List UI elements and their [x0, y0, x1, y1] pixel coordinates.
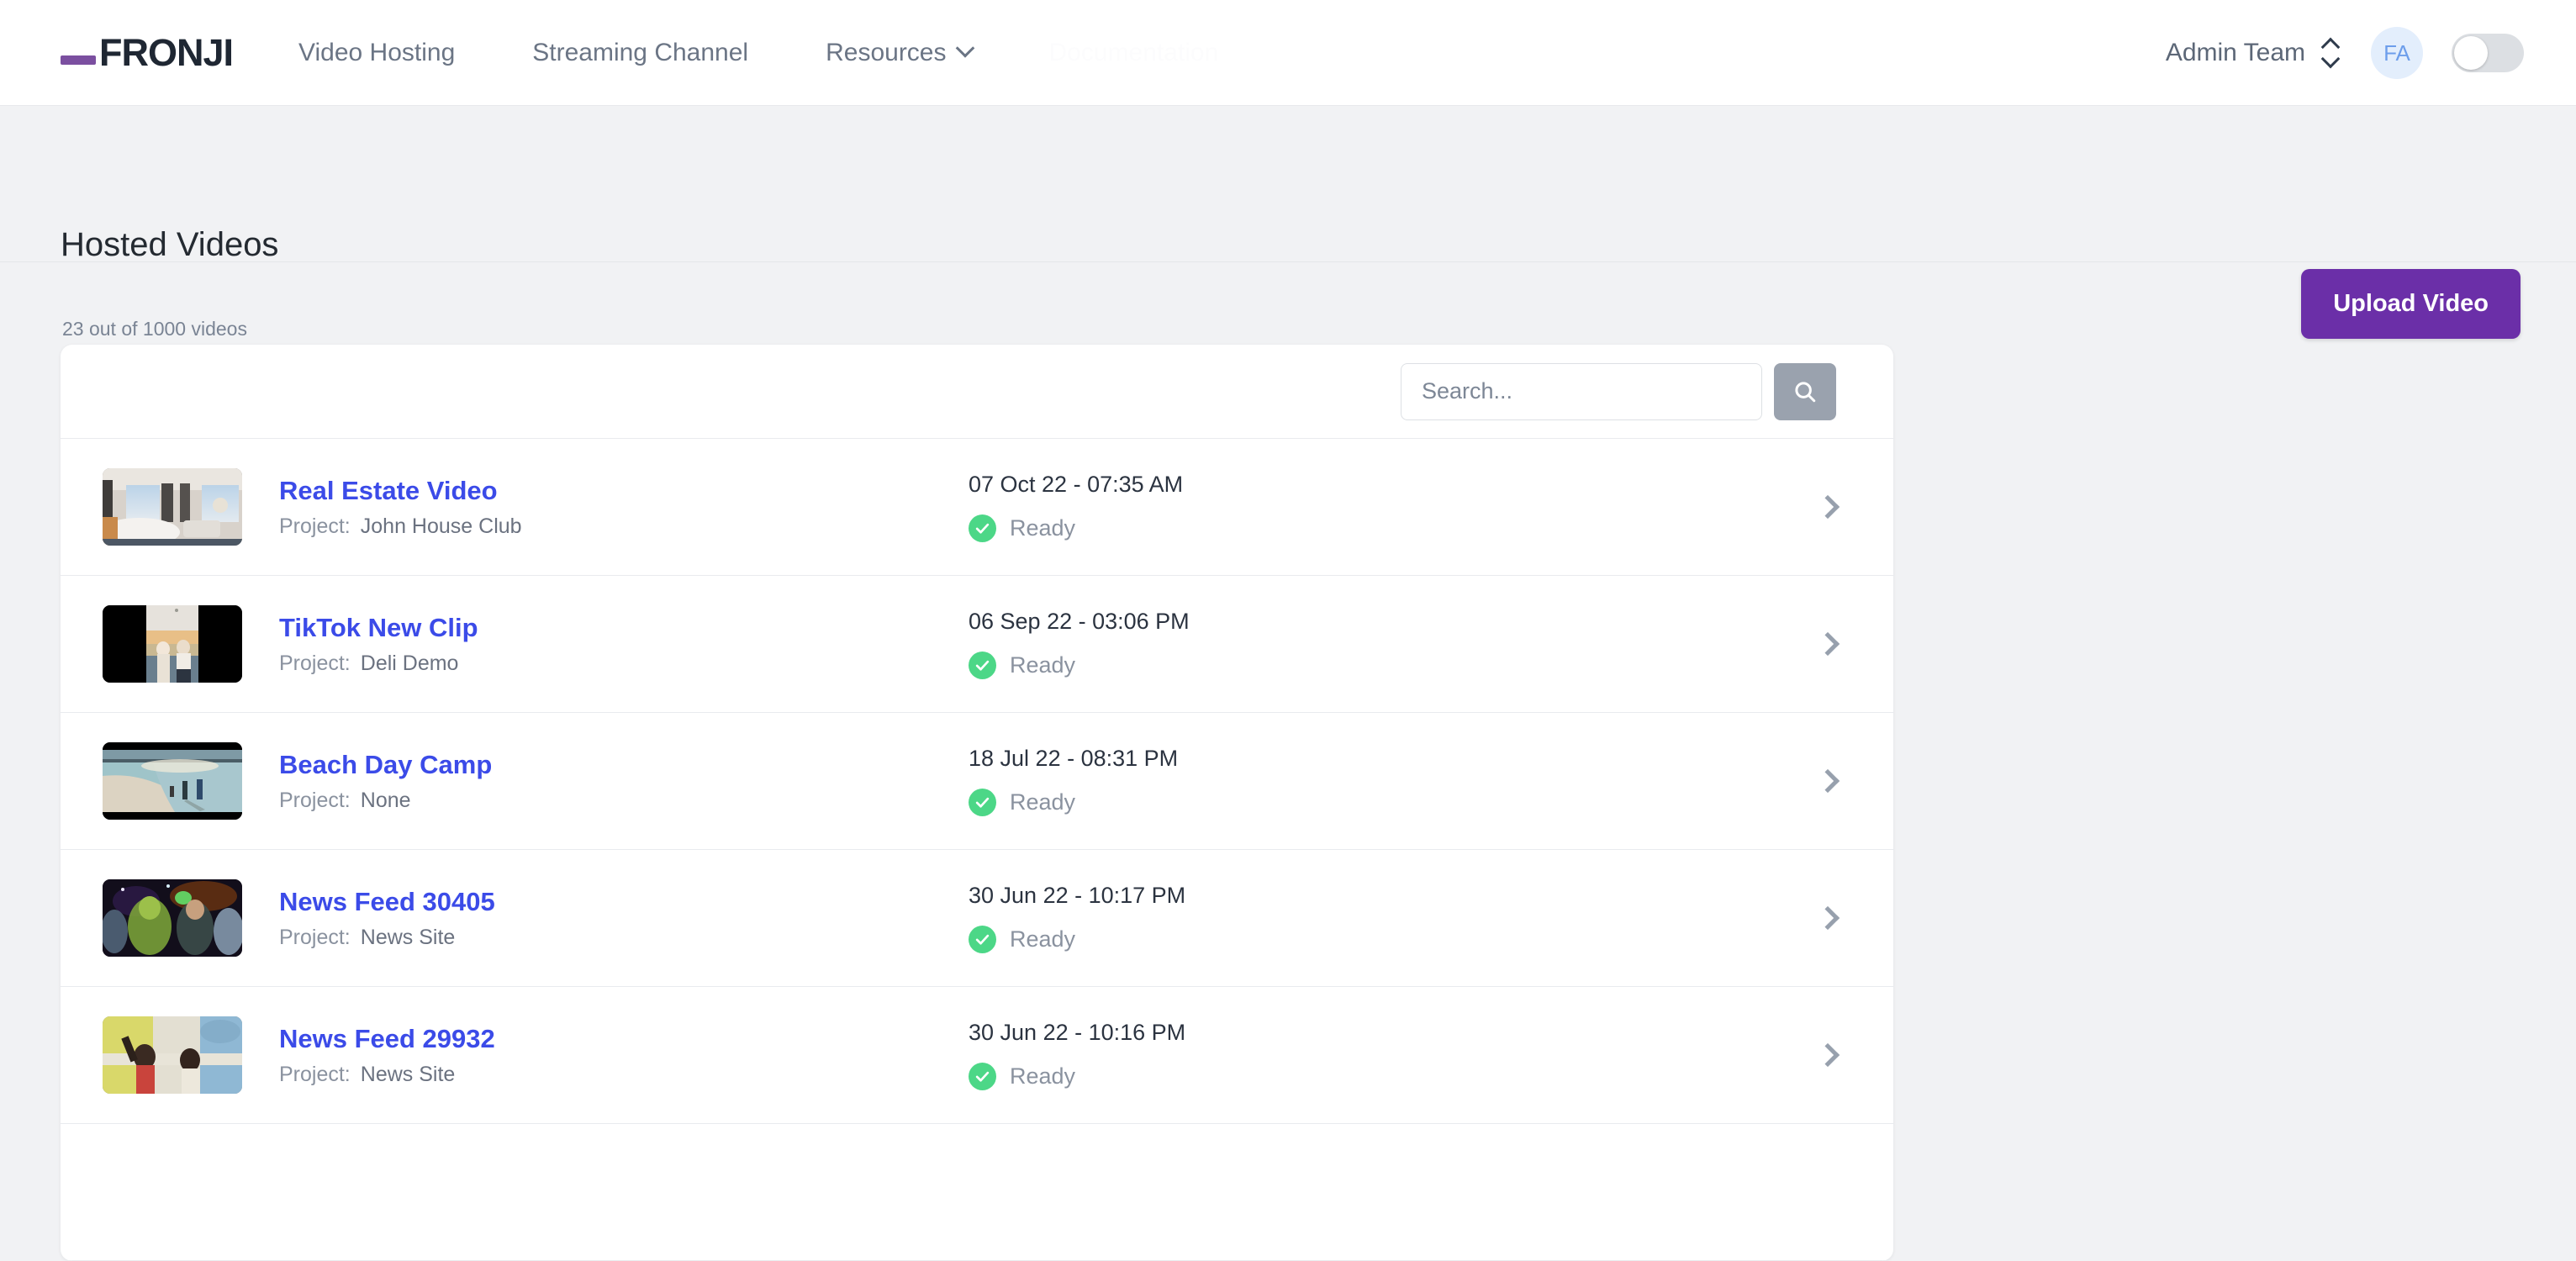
video-date: 30 Jun 22 - 10:17 PM [969, 883, 1186, 908]
chevron-right-icon[interactable] [1815, 1042, 1840, 1068]
table-row[interactable]: TikTok New Clip Project: Deli Demo 06 Sep… [61, 576, 1893, 713]
status-badge: Ready [969, 926, 1439, 953]
status-label: Ready [1010, 926, 1076, 952]
row-meta: 30 Jun 22 - 10:17 PM Ready [969, 883, 1439, 953]
project-label: Project: [279, 925, 351, 949]
videos-card: Real Estate Video Project: John House Clu… [61, 345, 1893, 1261]
row-meta: 07 Oct 22 - 07:35 AM Ready [969, 472, 1439, 542]
project-value: Deli Demo [360, 651, 459, 675]
nav-item-streaming-channel-label: Streaming Channel [532, 38, 749, 66]
project-value: None [360, 788, 411, 812]
table-row[interactable]: Beach Day Camp Project: None 18 Jul 22 - … [61, 713, 1893, 850]
team-switcher[interactable]: Admin Team [2166, 39, 2339, 67]
project-value: News Site [360, 925, 456, 949]
row-meta: 30 Jun 22 - 10:16 PM Ready [969, 1020, 1439, 1090]
nav-right-cluster: Admin Team FA [2166, 0, 2524, 106]
status-badge: Ready [969, 789, 1439, 816]
video-thumbnail [103, 879, 242, 957]
project-value: News Site [360, 1062, 456, 1086]
row-meta: 06 Sep 22 - 03:06 PM Ready [969, 609, 1439, 679]
video-thumbnail [103, 605, 242, 683]
check-circle-icon [969, 652, 996, 679]
project-line: Project: None [279, 789, 969, 813]
project-label: Project: [279, 788, 351, 812]
project-line: Project: Deli Demo [279, 652, 969, 676]
video-thumbnail [103, 468, 242, 546]
video-title-link[interactable]: Real Estate Video [279, 476, 498, 506]
top-navigation-bar: FRONJI Video Hosting Streaming Channel R… [0, 0, 2576, 106]
chevron-right-icon[interactable] [1815, 631, 1840, 657]
video-title-link[interactable]: News Feed 30405 [279, 887, 495, 917]
video-thumbnail [103, 1016, 242, 1094]
logo-dash-icon [61, 55, 96, 65]
brand-logo[interactable]: FRONJI [61, 30, 234, 75]
check-circle-icon [969, 514, 996, 542]
chevron-up-down-icon [2324, 39, 2339, 67]
project-line: Project: News Site [279, 926, 969, 950]
video-date: 30 Jun 22 - 10:16 PM [969, 1020, 1186, 1045]
status-label: Ready [1010, 1063, 1076, 1089]
check-circle-icon [969, 789, 996, 816]
search-submit-button[interactable] [1774, 362, 1836, 420]
chevron-right-icon[interactable] [1815, 494, 1840, 520]
primary-nav-links: Video Hosting Streaming Channel Resource… [298, 39, 1218, 67]
video-title-link[interactable]: TikTok New Clip [279, 613, 478, 643]
table-row[interactable] [61, 1124, 1893, 1261]
video-title-link[interactable]: Beach Day Camp [279, 750, 492, 780]
row-main: Real Estate Video Project: John House Clu… [279, 476, 969, 539]
video-date: 06 Sep 22 - 03:06 PM [969, 609, 1190, 634]
project-label: Project: [279, 651, 351, 675]
status-badge: Ready [969, 652, 1439, 679]
status-badge: Ready [969, 514, 1439, 542]
project-value: John House Club [360, 514, 522, 538]
status-label: Ready [1010, 515, 1076, 541]
page-subtitle: 23 out of 1000 videos [62, 318, 247, 340]
project-line: Project: John House Club [279, 514, 969, 539]
chevron-down-icon [955, 38, 974, 58]
project-label: Project: [279, 1062, 351, 1086]
toggle-knob [2454, 36, 2488, 70]
avatar[interactable]: FA [2371, 27, 2423, 79]
row-meta: 18 Jul 22 - 08:31 PM Ready [969, 746, 1439, 816]
table-row[interactable]: News Feed 30405 Project: News Site 30 Jun… [61, 850, 1893, 987]
video-date: 18 Jul 22 - 08:31 PM [969, 746, 1179, 771]
theme-toggle-switch[interactable] [2452, 34, 2524, 72]
logo-text: FRONJI [99, 30, 234, 74]
team-switcher-label: Admin Team [2165, 39, 2305, 66]
status-label: Ready [1010, 789, 1076, 815]
row-main: Beach Day Camp Project: None [279, 750, 969, 813]
check-circle-icon [969, 1063, 996, 1090]
video-title-link[interactable]: News Feed 29932 [279, 1024, 495, 1054]
status-label: Ready [1010, 652, 1076, 678]
nav-item-hidden[interactable]: Documentation [1049, 39, 1219, 67]
search-input[interactable] [1401, 362, 1762, 420]
video-thumbnail [103, 742, 242, 820]
row-main: News Feed 29932 Project: News Site [279, 1024, 969, 1087]
nav-item-resources[interactable]: Resources [826, 38, 974, 67]
card-toolbar [61, 345, 1893, 439]
chevron-right-icon[interactable] [1815, 905, 1840, 931]
project-label: Project: [279, 514, 351, 538]
check-circle-icon [969, 926, 996, 953]
row-main: News Feed 30405 Project: News Site [279, 887, 969, 950]
nav-item-streaming-channel[interactable]: Streaming Channel [532, 39, 748, 67]
table-row[interactable]: Real Estate Video Project: John House Clu… [61, 439, 1893, 576]
page-header-band: Hosted Videos 23 out of 1000 videos Uplo… [0, 106, 2576, 340]
table-row[interactable]: News Feed 29932 Project: News Site 30 Jun… [61, 987, 1893, 1124]
upload-video-button[interactable]: Upload Video [2301, 269, 2521, 339]
row-main: TikTok New Clip Project: Deli Demo [279, 613, 969, 676]
nav-item-resources-label: Resources [826, 38, 947, 66]
search-icon [1795, 381, 1816, 402]
page-title: Hosted Videos [61, 226, 279, 263]
chevron-right-icon[interactable] [1815, 768, 1840, 794]
nav-item-video-hosting-label: Video Hosting [298, 38, 456, 66]
status-badge: Ready [969, 1063, 1439, 1090]
video-date: 07 Oct 22 - 07:35 AM [969, 472, 1184, 497]
project-line: Project: News Site [279, 1063, 969, 1087]
nav-item-video-hosting[interactable]: Video Hosting [298, 39, 455, 67]
